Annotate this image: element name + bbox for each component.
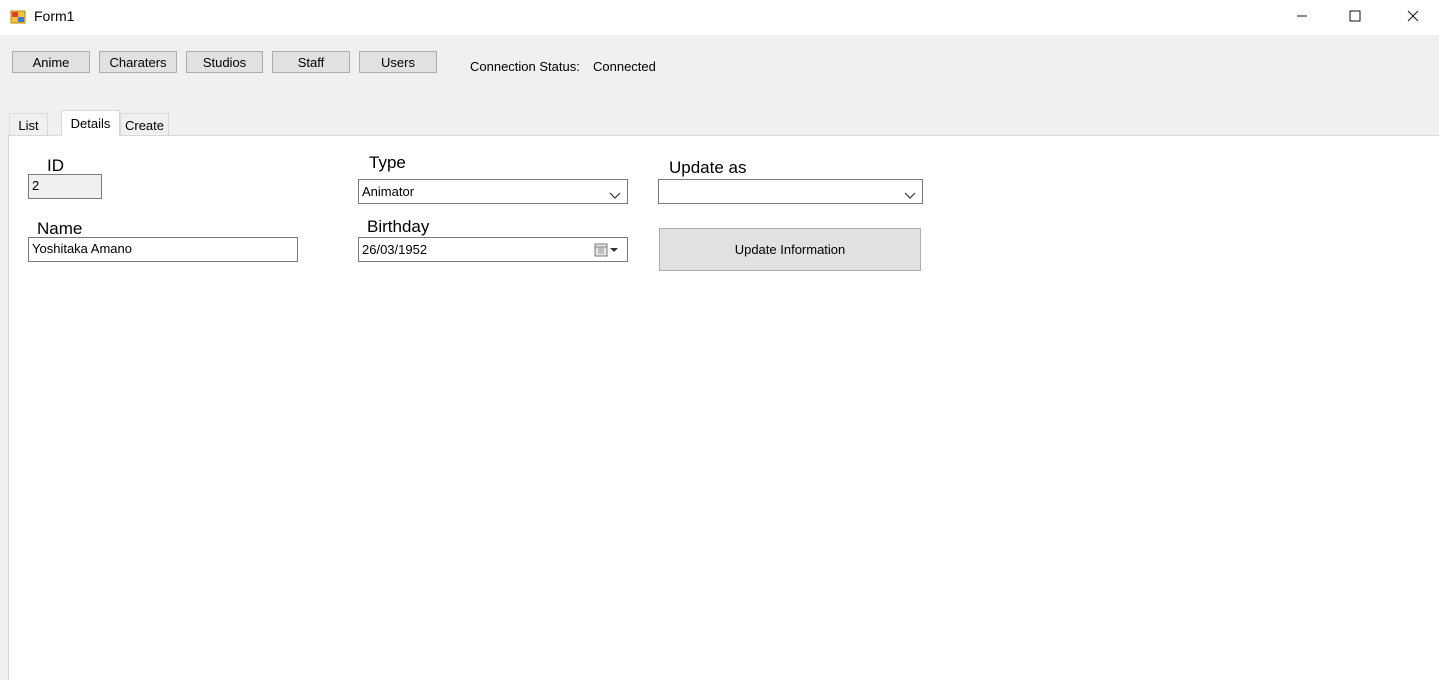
id-label: ID (47, 156, 64, 175)
type-select-value: Animator (362, 184, 415, 199)
birthday-value: 26/03/1952 (362, 242, 428, 257)
close-icon (1407, 9, 1419, 27)
id-field[interactable]: 2 (28, 174, 102, 199)
name-label: Name (37, 219, 83, 238)
birthday-datepicker[interactable]: 26/03/1952 (358, 237, 628, 262)
title-bar (0, 0, 1439, 35)
tab-list[interactable]: List (9, 113, 48, 135)
connection-status-value: Connected (593, 59, 656, 74)
details-panel (8, 135, 1439, 680)
maximize-button[interactable] (1332, 0, 1378, 35)
characters-button[interactable]: Charaters (99, 51, 177, 73)
update-as-select[interactable] (658, 179, 923, 204)
staff-button[interactable]: Staff (272, 51, 350, 73)
studios-button[interactable]: Studios (186, 51, 263, 73)
close-button[interactable] (1390, 0, 1436, 35)
maximize-icon (1349, 9, 1361, 27)
name-field[interactable]: Yoshitaka Amano (28, 237, 298, 262)
type-select[interactable]: Animator (358, 179, 628, 204)
update-as-label: Update as (669, 158, 747, 177)
users-button[interactable]: Users (359, 51, 437, 73)
minimize-button[interactable] (1279, 0, 1325, 35)
update-information-button[interactable]: Update Information (659, 228, 921, 271)
birthday-label: Birthday (367, 217, 430, 236)
tab-details[interactable]: Details (61, 110, 120, 136)
window-title: Form1 (34, 8, 75, 24)
calendar-dropdown-icon[interactable] (593, 242, 621, 265)
minimize-icon (1296, 9, 1308, 27)
chevron-down-icon (904, 185, 916, 199)
connection-status-label: Connection Status: (470, 59, 580, 74)
tab-create[interactable]: Create (120, 113, 169, 135)
chevron-down-icon (609, 185, 621, 199)
anime-button[interactable]: Anime (12, 51, 90, 73)
type-label: Type (369, 153, 406, 172)
app-icon (10, 9, 26, 25)
